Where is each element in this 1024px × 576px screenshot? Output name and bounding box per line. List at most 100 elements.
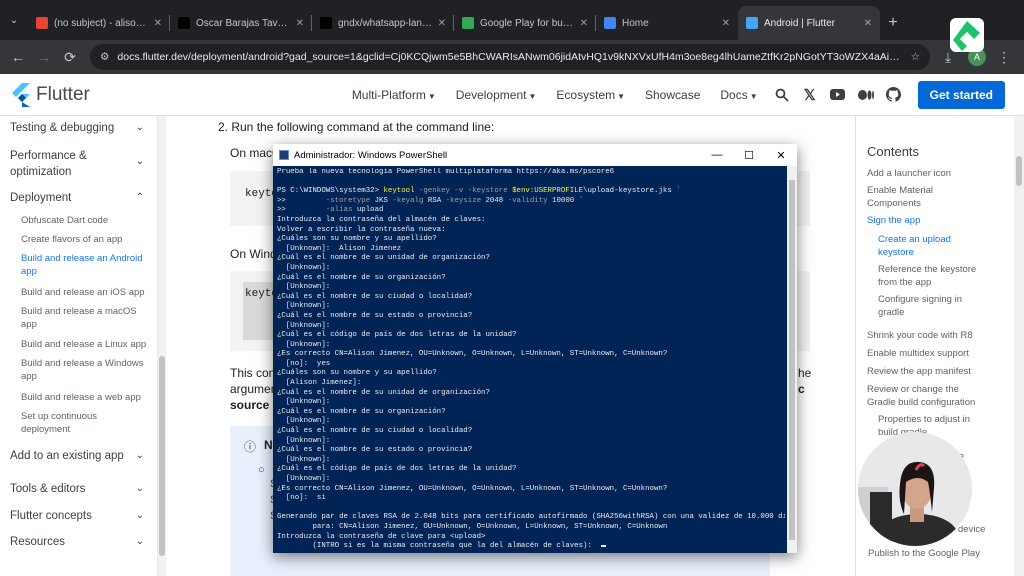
console-text: [no]: yes [277,359,331,368]
sidebar-section-performance[interactable]: Performance & optimization ⌄ [10,148,144,180]
minimize-icon[interactable]: — [701,149,733,161]
toc-item[interactable]: Enable Material Components [867,185,985,210]
console-line: [Unknown]: [277,302,785,312]
browser-tab[interactable]: Google Play for business ✕ [454,6,596,40]
menu-kebab-icon[interactable]: ⋮ [992,45,1016,69]
toc-item[interactable]: Review or change the Gradle build config… [867,384,985,409]
address-bar[interactable]: ⚙ docs.flutter.dev/deployment/android?ga… [90,44,930,70]
nav-multi-platform[interactable]: Multi-Platform ▼ [352,88,436,102]
console-line: ¿Cuál es el nombre de su unidad de organ… [277,254,785,264]
close-icon[interactable]: ✕ [765,149,797,162]
powershell-titlebar[interactable]: Administrador: Windows PowerShell — ☐ ✕ [273,144,797,166]
sidebar-section-testing[interactable]: Testing & debugging ⌄ [10,122,150,134]
chevron-up-icon: ⌃ [135,192,144,203]
console-text: Introduzca la contraseña del almacén de … [277,215,486,224]
sidebar-item-macos[interactable]: Build and release a macOS app [21,306,147,331]
sidebar-section-add-to-app[interactable]: Add to an existing app ⌄ [10,450,150,462]
console-text: ¿Cuál es el nombre de su unidad de organ… [277,388,490,397]
toc-item[interactable]: Add a launcher icon [867,168,985,181]
console-text: ¿Es correcto CN=Alison Jimenez, OU=Unkno… [277,484,668,493]
nav-development[interactable]: Development ▼ [456,88,537,102]
medium-icon[interactable] [857,87,874,103]
sidebar-item-ios[interactable]: Build and release an iOS app [21,287,147,300]
nav-showcase[interactable]: Showcase [645,88,700,102]
x-twitter-icon[interactable]: 𝕏 [802,87,818,104]
reload-icon[interactable]: ⟳ [58,45,82,69]
console-text: \upload-keystore.jks ` [583,187,681,196]
browser-tab[interactable]: Android | Flutter ✕ [738,6,880,40]
tab-close-icon[interactable]: ✕ [864,18,872,29]
new-tab-button[interactable]: + [880,6,906,40]
console-line: ¿Cuáles son su nombre y su apellido? [277,369,785,379]
sidebar-item-windows[interactable]: Build and release a Windows app [21,358,147,383]
console-line: ¿Es correcto CN=Alison Jimenez, OU=Unkno… [277,485,785,495]
tab-close-icon[interactable]: ✕ [296,18,304,29]
forward-icon[interactable]: → [32,45,56,69]
tab-close-icon[interactable]: ✕ [580,18,588,29]
powershell-console[interactable]: Prueba la nueva tecnología PowerShell mu… [277,168,785,551]
site-info-icon[interactable]: ⚙ [100,51,109,63]
console-scroll-thumb[interactable] [789,180,795,540]
console-text: >> [277,196,326,205]
tab-search-icon[interactable]: ⌄ [0,0,28,40]
sidebar-section-deployment[interactable]: Deployment ⌃ [10,192,150,204]
toc-title: Contents [867,144,920,159]
sidebar-item-linux[interactable]: Build and release a Linux app [21,339,147,352]
browser-tab[interactable]: gndx/whatsapp-landing ✕ [312,6,454,40]
sidebar-section-resources[interactable]: Resources ⌄ [10,536,150,548]
tab-close-icon[interactable]: ✕ [722,18,730,29]
powershell-window[interactable]: Administrador: Windows PowerShell — ☐ ✕ … [273,144,797,553]
browser-tab-strip: ⌄ (no subject) - alisonmelisa✕Oscar Bara… [0,0,1024,40]
browser-tab[interactable]: Oscar Barajas Tavares @g ✕ [170,6,312,40]
search-icon[interactable] [774,87,790,103]
github-icon[interactable] [886,87,902,103]
toc-item[interactable]: Reference the keystore from the app [878,264,988,289]
sidebar-scroll-thumb[interactable] [159,356,165,556]
flutter-logo[interactable]: Flutter [10,82,90,107]
sidebar-section-tools[interactable]: Tools & editors ⌄ [10,483,150,495]
sidebar-section-concepts[interactable]: Flutter concepts ⌄ [10,510,150,522]
console-line: [Alison Jimenez]: [277,379,785,389]
console-text: ¿Cuál es el nombre de su unidad de organ… [277,254,490,263]
browser-tab[interactable]: (no subject) - alisonmelisa ✕ [28,6,170,40]
youtube-icon[interactable] [830,87,846,103]
nav-docs[interactable]: Docs ▼ [720,88,757,102]
console-line: >> -storetype JKS -keyalg RSA -keysize 2… [277,197,785,207]
sidebar-item-continuous-deployment[interactable]: Set up continuous deployment [21,411,121,436]
sidebar-item-web[interactable]: Build and release a web app [21,392,147,405]
toc-publish-link[interactable]: Publish to the Google Play [868,548,980,559]
console-text: [Unknown]: [277,475,331,483]
console-line: (INTRO si es la misma contraseña que la … [277,542,785,551]
toc-item[interactable]: Shrink your code with R8 [867,330,985,343]
sidebar-item-flavors[interactable]: Create flavors of an app [21,234,147,247]
console-text: 10000 ` [552,196,584,205]
toc-item[interactable]: Configure signing in gradle [878,294,988,319]
sidebar-item-android[interactable]: Build and release an Android app [21,253,147,278]
tab-label: Google Play for business [480,17,576,29]
page-scroll-thumb[interactable] [1016,156,1022,186]
toc-item[interactable]: Sign the app [867,215,985,228]
toc-item[interactable]: Create an upload keystore [878,234,988,259]
sidebar-item-obfuscate[interactable]: Obfuscate Dart code [21,215,147,228]
nav-ecosystem[interactable]: Ecosystem ▼ [556,88,625,102]
browser-tab[interactable]: Home ✕ [596,6,738,40]
console-line: [Unknown]: [277,417,785,427]
maximize-icon[interactable]: ☐ [733,149,765,162]
bookmark-star-icon[interactable]: ☆ [911,51,920,63]
chevron-down-icon: ⌄ [135,483,144,494]
tab-close-icon[interactable]: ✕ [438,18,446,29]
tab-close-icon[interactable]: ✕ [154,18,162,29]
toc-item[interactable]: Enable multidex support [867,348,985,361]
console-text: ¿Cuál es el nombre de su estado o provin… [277,446,473,455]
sidebar-scrollbar[interactable] [158,116,166,576]
get-started-button[interactable]: Get started [917,80,1005,109]
console-scrollbar[interactable] [787,166,797,553]
console-text: [Unknown]: [277,263,331,272]
console-text: ¿Cuál es el nombre de su ciudad o locali… [277,292,473,301]
page-scrollbar[interactable] [1014,116,1024,576]
toc-item[interactable]: Review the app manifest [867,366,985,379]
webcam-overlay [858,432,972,546]
console-text: (INTRO si es la misma contraseña que la … [277,542,601,551]
console-text: ¿Cuál es el nombre de su estado o provin… [277,311,473,320]
back-icon[interactable]: ← [6,45,30,69]
